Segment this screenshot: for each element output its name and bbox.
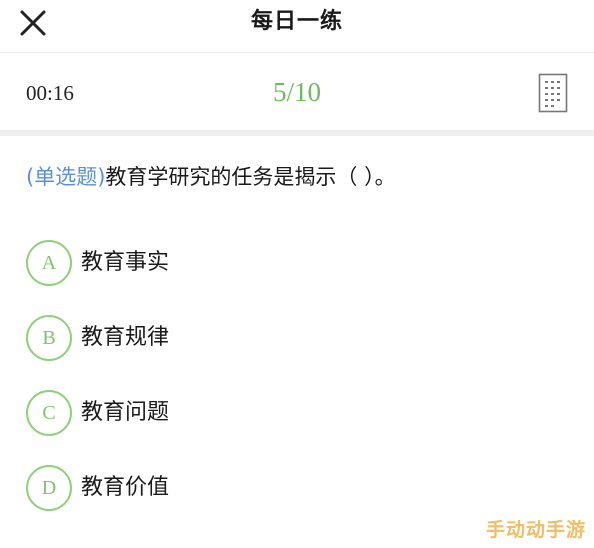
status-bar: 00:16 5/10 bbox=[0, 52, 594, 131]
question-stem: (单选题)教育学研究的任务是揭示（ ）。 bbox=[26, 160, 574, 194]
option-letter-circle: B bbox=[26, 315, 72, 361]
question-text: 教育学研究的任务是揭示（ ）。 bbox=[105, 165, 396, 189]
option-text: 教育问题 bbox=[81, 400, 170, 425]
watermark: 手动动手游 bbox=[485, 519, 586, 541]
section-divider bbox=[0, 130, 594, 136]
option-list: A 教育事实 B 教育规律 C 教育问题 D 教育价值 bbox=[26, 240, 566, 540]
option-letter-circle: C bbox=[26, 390, 72, 436]
option-letter-circle: D bbox=[26, 465, 72, 511]
option-text: 教育事实 bbox=[81, 250, 170, 275]
answer-sheet-icon bbox=[538, 73, 568, 113]
question-progress: 5/10 bbox=[272, 77, 321, 107]
option-letter-circle: A bbox=[26, 240, 72, 286]
option-c[interactable]: C 教育问题 bbox=[26, 390, 566, 436]
option-b[interactable]: B 教育规律 bbox=[26, 315, 566, 361]
option-a[interactable]: A 教育事实 bbox=[26, 240, 566, 286]
page-title: 每日一练 bbox=[250, 9, 343, 34]
option-text: 教育规律 bbox=[81, 325, 170, 350]
question-type-label: (单选题) bbox=[26, 165, 106, 189]
option-d[interactable]: D 教育价值 bbox=[26, 465, 566, 511]
answer-sheet-button[interactable] bbox=[538, 73, 568, 113]
top-bar: 每日一练 bbox=[0, 0, 594, 50]
option-text: 教育价值 bbox=[81, 475, 170, 500]
